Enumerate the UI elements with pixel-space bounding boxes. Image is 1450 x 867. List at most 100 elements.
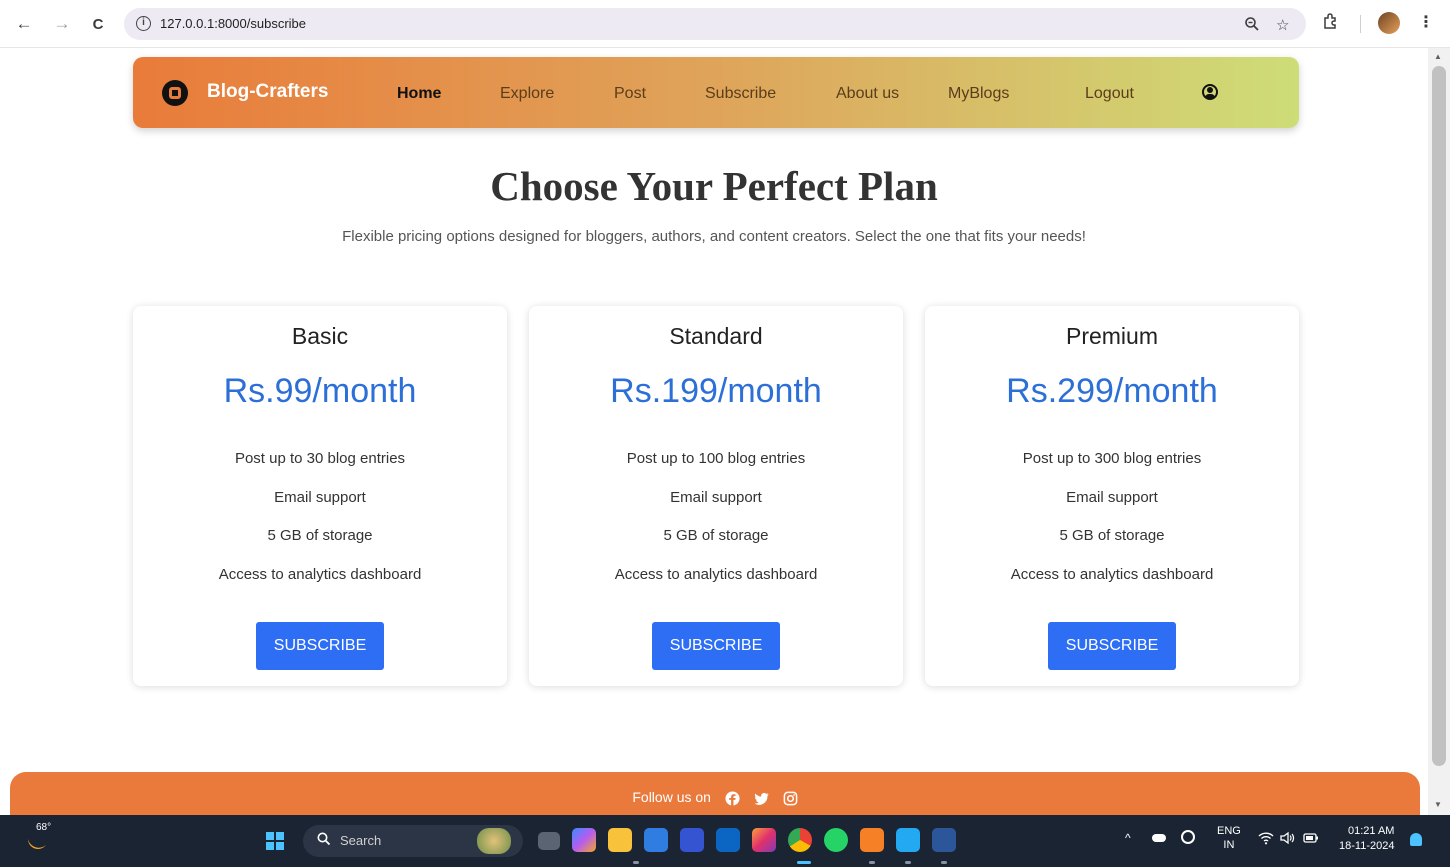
system-clock[interactable]: 01:21 AM 18-11-2024 <box>1339 824 1394 854</box>
bookmark-star-icon[interactable]: ☆ <box>1276 16 1289 34</box>
nav-about-us[interactable]: About us <box>836 85 899 103</box>
subscribe-premium-button[interactable]: SUBSCRIBE <box>1048 622 1176 670</box>
file-explorer-icon[interactable] <box>608 828 632 852</box>
page-viewport: Blog-Crafters Home Explore Post Subscrib… <box>0 48 1428 815</box>
reload-button[interactable]: C <box>86 11 110 37</box>
plan-price: Rs.299/month <box>1006 372 1218 410</box>
vscode-icon[interactable] <box>896 828 920 852</box>
search-icon <box>317 832 331 849</box>
subscribe-standard-button[interactable]: SUBSCRIBE <box>652 622 780 670</box>
search-label: Search <box>340 833 382 848</box>
forward-button[interactable]: → <box>50 11 74 37</box>
address-bar[interactable]: i 127.0.0.1:8000/subscribe ☆ <box>124 8 1306 40</box>
plan-feature: Email support <box>1066 488 1158 506</box>
plan-feature: Email support <box>670 488 762 506</box>
taskbar-search[interactable]: Search <box>303 825 523 857</box>
battery-icon[interactable] <box>1303 832 1319 847</box>
clock-time: 01:21 AM <box>1347 825 1395 837</box>
instagram-app-icon[interactable] <box>752 828 776 852</box>
plan-price: Rs.199/month <box>610 372 822 410</box>
plan-card-basic: Basic Rs.99/month Post up to 30 blog ent… <box>133 306 507 686</box>
back-button[interactable]: ← <box>12 11 36 37</box>
browser-toolbar: ← → C i 127.0.0.1:8000/subscribe ☆ ⋮ <box>0 0 1450 48</box>
nav-post[interactable]: Post <box>614 85 646 103</box>
os-taskbar: 68° Search ^ ENG IN 01:21 AM 18-11-2024 <box>0 815 1450 867</box>
microsoft-store-icon[interactable] <box>644 828 668 852</box>
plan-feature: Post up to 30 blog entries <box>234 450 406 467</box>
plan-price: Rs.99/month <box>223 372 417 410</box>
weather-temperature: 68° <box>36 822 52 833</box>
copilot-icon[interactable] <box>572 828 596 852</box>
running-indicator <box>869 861 875 864</box>
onedrive-cloud-icon[interactable] <box>1152 834 1166 842</box>
url-text[interactable]: 127.0.0.1:8000/subscribe <box>160 16 306 31</box>
plan-feature: Access to analytics dashboard <box>614 565 818 583</box>
plan-feature: Access to analytics dashboard <box>1010 565 1214 583</box>
toolbar-divider <box>1360 15 1361 33</box>
site-info-icon[interactable]: i <box>136 16 151 31</box>
page-subtitle: Flexible pricing options designed for bl… <box>342 228 1086 245</box>
nav-subscribe[interactable]: Subscribe <box>705 85 776 103</box>
user-account-icon[interactable] <box>1202 84 1218 100</box>
scroll-up-arrow-icon[interactable]: ▲ <box>1434 52 1442 61</box>
wifi-icon[interactable] <box>1258 831 1274 848</box>
tray-overflow-chevron-icon[interactable]: ^ <box>1125 831 1131 845</box>
plan-features: Post up to 30 blog entries Email support… <box>133 449 507 603</box>
plan-features: Post up to 100 blog entries Email suppor… <box>529 449 903 603</box>
plan-feature: 5 GB of storage <box>663 527 769 544</box>
search-highlight-image <box>477 828 511 854</box>
nav-logout[interactable]: Logout <box>1085 85 1134 103</box>
page-title: Choose Your Perfect Plan <box>490 163 938 209</box>
plan-feature: Email support <box>274 488 366 506</box>
clock-date: 18-11-2024 <box>1339 840 1395 852</box>
windows-start-icon[interactable] <box>266 832 284 850</box>
plan-name: Basic <box>291 323 349 349</box>
nav-explore[interactable]: Explore <box>500 85 554 103</box>
page-scrollbar[interactable]: ▲ ▼ <box>1428 48 1450 815</box>
nav-myblogs[interactable]: MyBlogs <box>948 85 1009 103</box>
nav-home[interactable]: Home <box>397 85 441 103</box>
extensions-icon[interactable] <box>1322 12 1340 35</box>
scroll-thumb[interactable] <box>1432 66 1446 766</box>
language-code: ENG <box>1217 825 1241 837</box>
word-icon[interactable] <box>932 828 956 852</box>
menu-kebab-icon[interactable]: ⋮ <box>1418 12 1434 32</box>
plan-feature: 5 GB of storage <box>1059 527 1165 544</box>
plan-name: Standard <box>669 323 763 349</box>
brand-name[interactable]: Blog-Crafters <box>207 81 328 103</box>
running-indicator <box>941 861 947 864</box>
plan-card-premium: Premium Rs.299/month Post up to 300 blog… <box>925 306 1299 686</box>
region-code: IN <box>1223 839 1235 851</box>
chrome-icon[interactable] <box>788 828 812 852</box>
plan-features: Post up to 300 blog entries Email suppor… <box>925 449 1299 603</box>
zoom-icon[interactable] <box>1244 16 1260 36</box>
linear-app-icon[interactable] <box>680 828 704 852</box>
xampp-icon[interactable] <box>860 828 884 852</box>
plan-feature: Post up to 100 blog entries <box>626 450 806 467</box>
running-indicator <box>633 861 639 864</box>
active-indicator <box>797 861 811 864</box>
instagram-icon[interactable] <box>783 791 798 806</box>
linkedin-icon[interactable] <box>716 828 740 852</box>
running-indicator <box>905 861 911 864</box>
plan-card-standard: Standard Rs.199/month Post up to 100 blo… <box>529 306 903 686</box>
subscribe-basic-button[interactable]: SUBSCRIBE <box>256 622 384 670</box>
plan-feature: 5 GB of storage <box>267 527 373 544</box>
input-language[interactable]: ENG IN <box>1217 824 1241 852</box>
site-navbar: Blog-Crafters Home Explore Post Subscrib… <box>133 57 1299 128</box>
plan-feature: Post up to 300 blog entries <box>1022 450 1202 467</box>
volume-icon[interactable] <box>1279 831 1295 848</box>
facebook-icon[interactable] <box>725 791 740 806</box>
twitter-icon[interactable] <box>754 791 769 806</box>
footer-follow-text: Follow us on <box>632 789 711 805</box>
site-footer: Follow us on <box>10 772 1420 815</box>
task-view-icon[interactable] <box>538 832 560 850</box>
blogger-logo-icon[interactable] <box>162 80 188 106</box>
profile-avatar[interactable] <box>1378 12 1400 34</box>
whatsapp-icon[interactable] <box>824 828 848 852</box>
footer-follow: Follow us on <box>10 789 1420 806</box>
notification-bell-icon[interactable] <box>1410 833 1422 846</box>
plan-feature: Access to analytics dashboard <box>218 565 422 583</box>
sync-status-icon[interactable] <box>1181 830 1195 844</box>
scroll-down-arrow-icon[interactable]: ▼ <box>1434 800 1442 809</box>
